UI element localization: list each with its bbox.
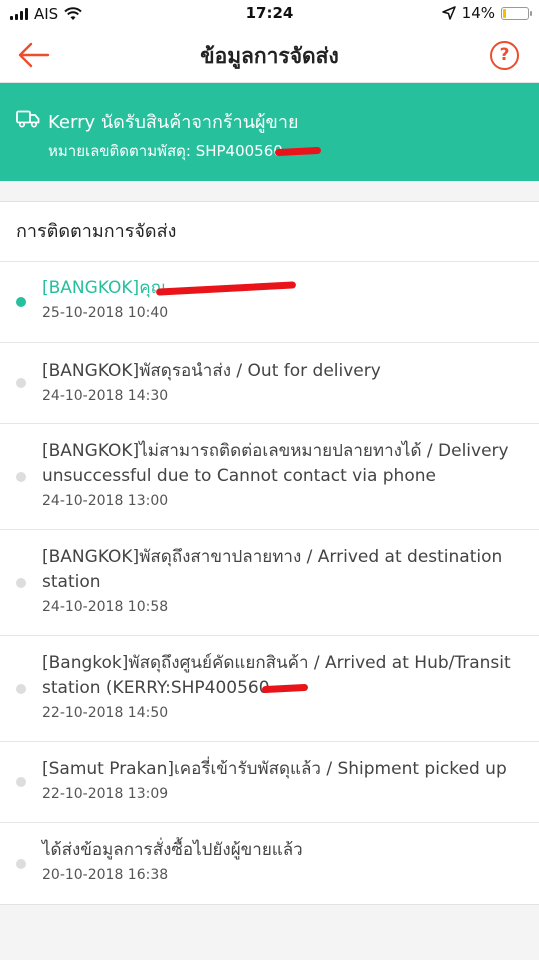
- status-dot: [16, 378, 26, 388]
- tracking-number: หมายเลขติดตามพัสดุ: SHP400560: [48, 142, 283, 160]
- status-dot: [16, 471, 26, 482]
- status-bar: AIS 17:24 14%: [0, 0, 539, 28]
- redaction-mark: [274, 146, 321, 157]
- tracking-event: [BANGKOK]พัสดุรอนำส่ง / Out for delivery…: [0, 343, 539, 424]
- event-text: [BANGKOK]พัสดุถึงสาขาปลายทาง / Arrived a…: [42, 547, 503, 592]
- tracking-event: [Bangkok]พัสดุถึงศูนย์คัดแยกสินค้า / Arr…: [0, 636, 539, 742]
- tracking-event: [Samut Prakan]เคอรี่เข้ารับพัสดุแล้ว / S…: [0, 742, 539, 823]
- truck-icon: [16, 110, 40, 128]
- event-text-row: [Bangkok]พัสดุถึงศูนย์คัดแยกสินค้า / Arr…: [42, 651, 525, 701]
- event-time: 24-10-2018 13:00: [42, 493, 169, 509]
- event-time: 20-10-2018 16:38: [42, 867, 169, 883]
- header: ข้อมูลการจัดส่ง ?: [0, 28, 539, 83]
- event-text: ได้ส่งข้อมูลการสั่งซื้อไปยังผู้ขายแล้ว: [42, 840, 303, 860]
- battery-icon: [501, 6, 532, 20]
- event-time: 24-10-2018 14:30: [42, 388, 169, 404]
- event-text: [BANGKOK]คุณ: [42, 278, 167, 298]
- tracking-event: [BANGKOK]คุณ 25-10-2018 10:40: [0, 262, 539, 343]
- tracking-event: ได้ส่งข้อมูลการสั่งซื้อไปยังผู้ขายแล้ว 2…: [0, 823, 539, 904]
- event-time: 22-10-2018 14:50: [42, 705, 169, 721]
- event-text-row: [BANGKOK]คุณ: [42, 276, 525, 301]
- status-dot: [16, 858, 26, 869]
- event-text: [BANGKOK]ไม่สามารถติดต่อเลขหมายปลายทางได…: [42, 441, 509, 486]
- help-button[interactable]: ?: [490, 41, 519, 70]
- status-dot: [16, 777, 26, 787]
- section-title: การติดตามการจัดส่ง: [0, 202, 539, 262]
- location-arrow-icon: [441, 6, 456, 20]
- event-time: 22-10-2018 13:09: [42, 786, 169, 802]
- battery-percent: 14%: [461, 4, 495, 22]
- event-time: 25-10-2018 10:40: [42, 305, 169, 321]
- status-dot-active: [16, 297, 26, 307]
- tracking-event: [BANGKOK]พัสดุถึงสาขาปลายทาง / Arrived a…: [0, 530, 539, 636]
- event-time: 24-10-2018 10:58: [42, 599, 169, 615]
- tracking-event: [BANGKOK]ไม่สามารถติดต่อเลขหมายปลายทางได…: [0, 424, 539, 530]
- courier-banner: Kerry นัดรับสินค้าจากร้านผู้ขาย หมายเลขต…: [0, 83, 539, 181]
- battery-fill: [503, 8, 506, 18]
- tracking-card: การติดตามการจัดส่ง [BANGKOK]คุณ 25-10-20…: [0, 201, 539, 905]
- page-title: ข้อมูลการจัดส่ง: [200, 44, 339, 68]
- status-right: 14%: [441, 4, 532, 22]
- event-text: [BANGKOK]พัสดุรอนำส่ง / Out for delivery: [42, 361, 381, 381]
- status-dot: [16, 577, 26, 588]
- redaction-mark: [156, 280, 297, 296]
- status-dot: [16, 683, 26, 694]
- event-text: [Samut Prakan]เคอรี่เข้ารับพัสดุแล้ว / S…: [42, 759, 507, 779]
- tracking-number-row: หมายเลขติดตามพัสดุ: SHP400560: [48, 139, 321, 163]
- courier-status: Kerry นัดรับสินค้าจากร้านผู้ขาย: [48, 112, 299, 133]
